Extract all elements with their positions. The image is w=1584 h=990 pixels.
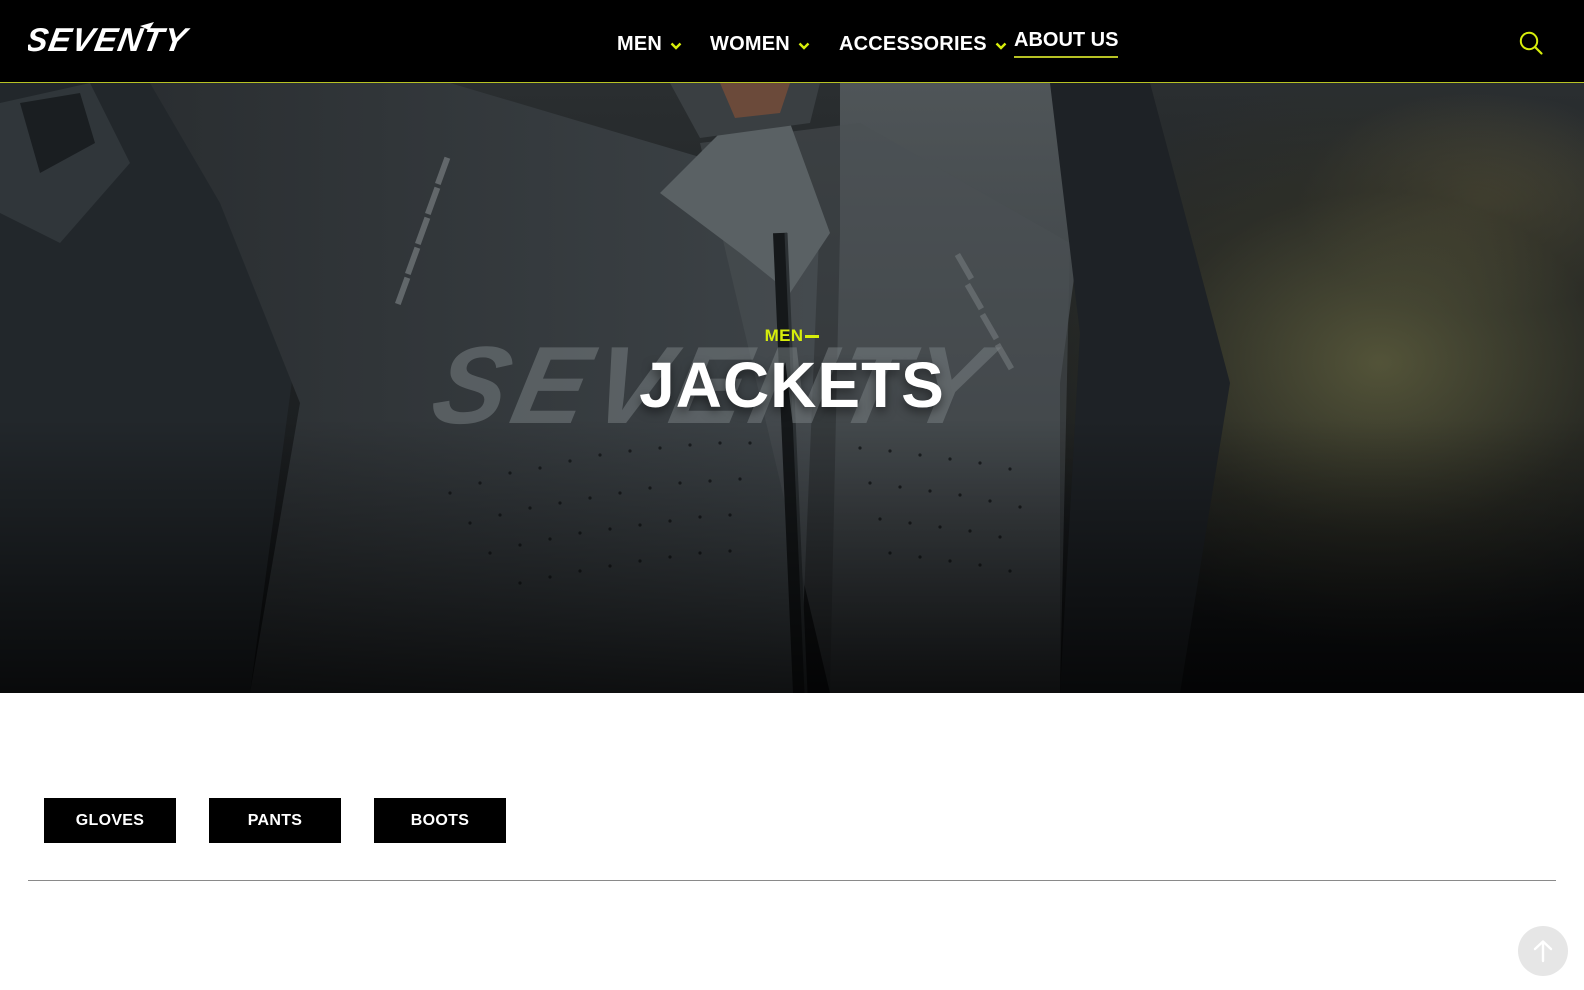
nav-item-men[interactable]: MEN <box>617 32 682 56</box>
nav-item-about-us[interactable]: ABOUT US <box>1014 29 1119 58</box>
chevron-down-icon <box>670 42 682 50</box>
nav-item-label: MEN <box>617 32 663 55</box>
arrow-up-icon <box>1533 940 1553 963</box>
nav-item-label: ACCESSORIES <box>839 32 987 55</box>
breadcrumb-separator <box>805 335 820 339</box>
site-header: SEVENTY MEN WOMEN ACCESSORIES ABOUT US <box>0 0 1584 83</box>
hero-heading-block: MEN JACKETS <box>0 326 1584 422</box>
page-title: JACKETS <box>639 349 945 421</box>
section-divider <box>28 880 1556 881</box>
chevron-down-icon <box>798 42 810 50</box>
nav-item-women[interactable]: WOMEN <box>710 32 810 56</box>
hero-banner: SEVENTY MEN JACKETS <box>0 83 1584 693</box>
breadcrumb-men[interactable]: MEN <box>765 326 804 345</box>
scroll-to-top-button[interactable] <box>1518 926 1568 976</box>
category-button-pants[interactable]: PANTS <box>209 798 341 843</box>
breadcrumb[interactable]: MEN <box>765 326 820 346</box>
nav-item-accessories[interactable]: ACCESSORIES <box>839 32 1007 56</box>
category-button-gloves[interactable]: GLOVES <box>44 798 176 843</box>
nav-item-label: WOMEN <box>710 32 790 55</box>
main-navigation: MEN WOMEN ACCESSORIES ABOUT US <box>0 0 1584 83</box>
search-icon[interactable] <box>1518 30 1544 56</box>
category-button-boots[interactable]: BOOTS <box>374 798 506 843</box>
chevron-down-icon <box>995 42 1007 50</box>
